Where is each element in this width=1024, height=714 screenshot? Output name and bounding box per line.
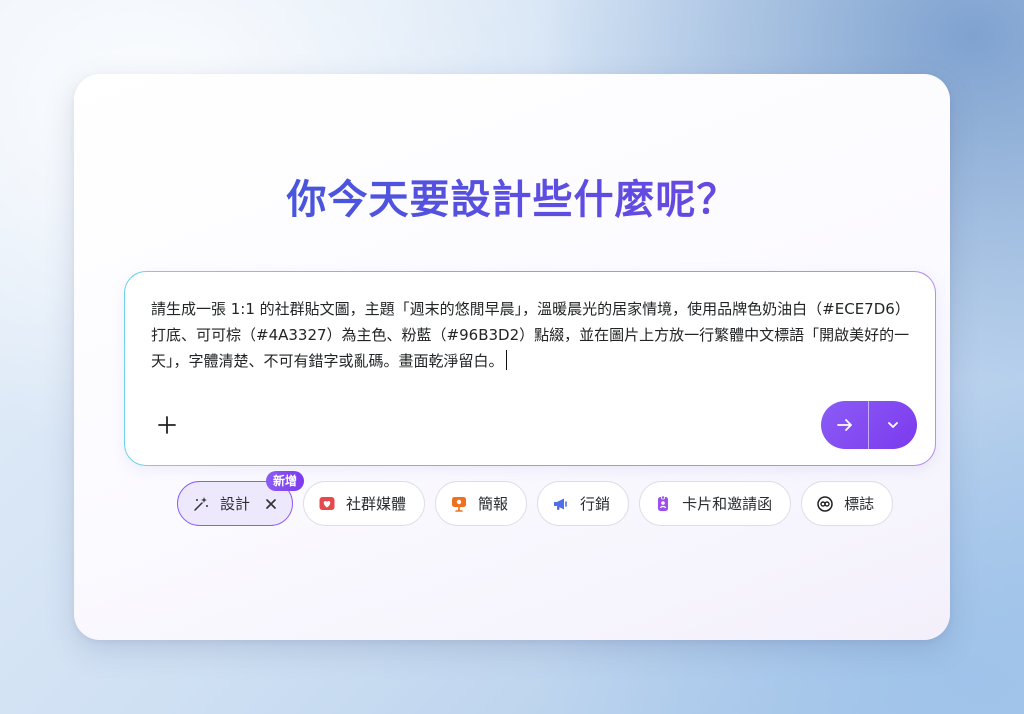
megaphone-icon bbox=[552, 495, 570, 513]
send-button[interactable] bbox=[821, 401, 869, 449]
send-options-button[interactable] bbox=[869, 401, 917, 449]
chevron-down-icon bbox=[888, 422, 898, 428]
chip-design-label: 設計 bbox=[220, 495, 251, 513]
close-icon[interactable] bbox=[264, 497, 278, 511]
chip-social-media[interactable]: 社群媒體 bbox=[303, 481, 426, 526]
chip-presentation[interactable]: 簡報 bbox=[435, 481, 528, 526]
logo-icon bbox=[816, 495, 834, 513]
chip-cards-invitations-label: 卡片和邀請函 bbox=[682, 495, 773, 513]
chip-marketing[interactable]: 行銷 bbox=[537, 481, 630, 526]
text-caret bbox=[505, 350, 508, 370]
presentation-icon bbox=[450, 495, 468, 513]
chip-social-media-label: 社群媒體 bbox=[346, 495, 407, 513]
page-title: 你今天要設計些什麼呢？ bbox=[0, 170, 1024, 230]
add-attachment-button[interactable] bbox=[153, 411, 181, 439]
badge-card-icon bbox=[654, 495, 672, 513]
chip-cards-invitations[interactable]: 卡片和邀請函 bbox=[639, 481, 792, 526]
chip-logo[interactable]: 標誌 bbox=[801, 481, 894, 526]
chip-marketing-label: 行銷 bbox=[580, 495, 611, 513]
chip-design[interactable]: 設計 新增 bbox=[177, 471, 305, 526]
chip-logo-label: 標誌 bbox=[844, 495, 875, 513]
new-badge: 新增 bbox=[266, 471, 305, 491]
prompt-input-box[interactable]: 請生成一張 1:1 的社群貼文圖，主題「週末的悠閒早晨」，溫暖晨光的居家情境，使… bbox=[124, 271, 936, 466]
arrow-right-icon bbox=[836, 419, 852, 431]
category-chips: 設計 新增 社群媒體 簡報 行銷 卡片和邀請函 標誌 bbox=[177, 471, 894, 528]
chip-presentation-label: 簡報 bbox=[478, 495, 509, 513]
heart-icon bbox=[318, 495, 336, 513]
prompt-input[interactable]: 請生成一張 1:1 的社群貼文圖，主題「週末的悠閒早晨」，溫暖晨光的居家情境，使… bbox=[151, 296, 911, 374]
send-button-group bbox=[821, 401, 917, 449]
prompt-text[interactable]: 請生成一張 1:1 的社群貼文圖，主題「週末的悠閒早晨」，溫暖晨光的居家情境，使… bbox=[151, 300, 910, 370]
sparkle-wand-icon bbox=[192, 495, 210, 513]
plus-icon bbox=[158, 416, 176, 434]
